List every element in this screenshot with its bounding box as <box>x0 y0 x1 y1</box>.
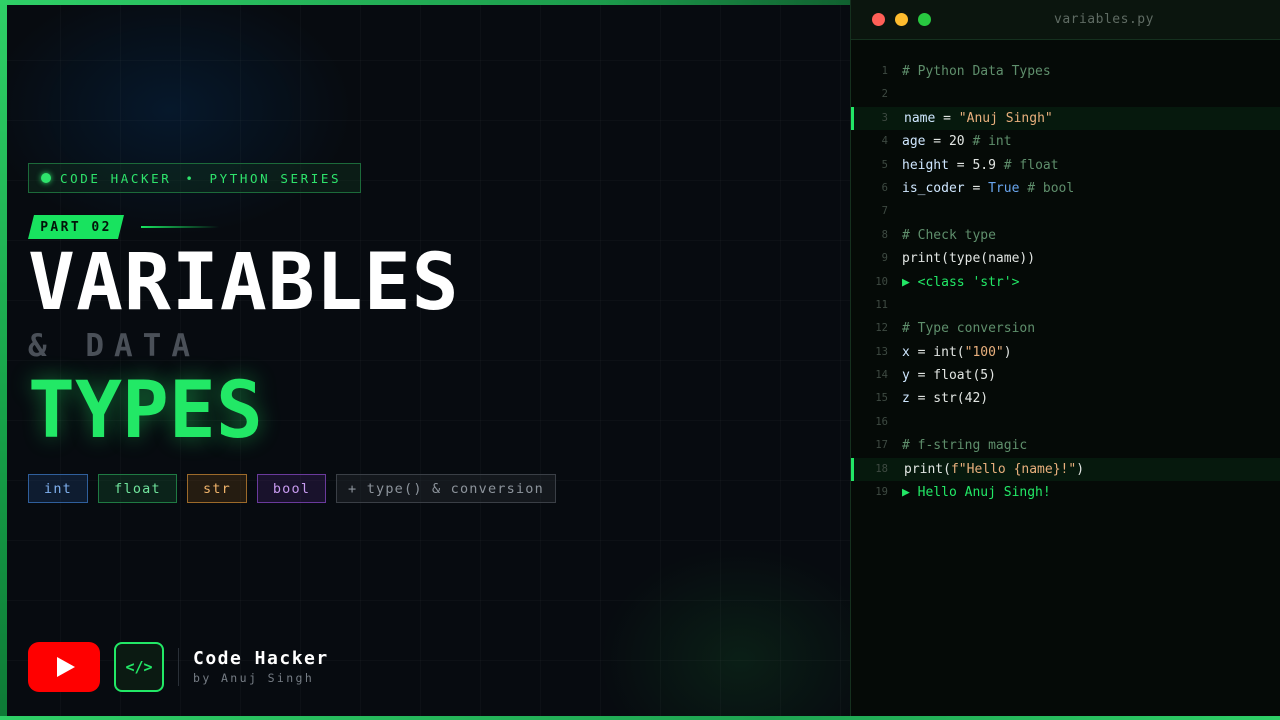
code-text: ▶ Hello Anuj Singh! <box>902 485 1051 501</box>
code-line: 6 is_coder = True # bool <box>851 177 1280 200</box>
code-line: 14 y = float(5) <box>851 364 1280 387</box>
code-text: is_coder = True # bool <box>902 180 1075 196</box>
line-number: 10 <box>875 275 888 288</box>
code-text: # Type conversion <box>902 321 1036 337</box>
live-dot-icon <box>41 173 51 183</box>
code-line: 10 ▶ <class 'str'> <box>851 271 1280 294</box>
code-line: 9 print(type(name)) <box>851 247 1280 270</box>
line-number: 2 <box>881 88 888 101</box>
frame-top-border <box>0 0 850 5</box>
line-number: 11 <box>875 298 888 311</box>
brand-divider <box>178 648 179 686</box>
code-line: 19 ▶ Hello Anuj Singh! <box>851 481 1280 504</box>
code-line: 18 print(f"Hello {name}!") <box>851 457 1280 482</box>
code-line: 5 height = 5.9 # float <box>851 154 1280 177</box>
line-number: 16 <box>875 415 888 428</box>
code-line: 1 # Python Data Types <box>851 60 1280 83</box>
code-text: # Python Data Types <box>902 64 1051 79</box>
badge-separator: • <box>185 170 196 186</box>
chip-float: float <box>98 474 177 503</box>
code-editor-panel: variables.py 1 # Python Data Types 2 3 name … <box>850 0 1280 716</box>
title-sub: & DATA <box>28 328 200 364</box>
editor-file-name: variables.py <box>1054 12 1154 27</box>
code-text: # Check type <box>902 227 996 243</box>
line-number: 17 <box>875 439 888 452</box>
line-number: 9 <box>881 252 888 265</box>
line-number: 12 <box>875 322 888 335</box>
channel-label: CODE HACKER <box>60 170 172 186</box>
code-line: 11 <box>851 294 1280 317</box>
code-line: 3 name = "Anuj Singh" <box>851 106 1280 131</box>
line-number: 14 <box>875 369 888 382</box>
code-text: y = float(5) <box>902 368 996 384</box>
brand-author: by Anuj Singh <box>193 671 315 685</box>
series-label: PYTHON SERIES <box>209 170 342 186</box>
youtube-play-icon <box>28 642 100 692</box>
code-text: print(type(name)) <box>902 251 1036 267</box>
code-text: height = 5.9 # float <box>902 157 1059 173</box>
code-line: 8 # Check type <box>851 224 1280 247</box>
line-number: 5 <box>881 158 888 171</box>
code-text: z = str(42) <box>902 391 989 407</box>
code-line: 17 # f-string magic <box>851 434 1280 457</box>
chip-str: str <box>187 474 247 503</box>
code-text: name = "Anuj Singh" <box>904 110 1053 126</box>
code-line: 13 x = int("100") <box>851 341 1280 364</box>
code-line: 15 z = str(42) <box>851 387 1280 410</box>
code-lines: 1 # Python Data Types 2 3 name = "Anuj Singh… <box>851 60 1280 504</box>
code-brackets-icon: </> <box>114 642 164 692</box>
line-number: 8 <box>881 228 888 241</box>
chip-int: int <box>28 474 88 503</box>
part-accent-line <box>141 226 219 228</box>
code-line: 4 age = 20 # int <box>851 130 1280 153</box>
maximize-dot-icon <box>918 13 931 26</box>
line-number: 7 <box>881 205 888 218</box>
code-text: age = 20 # int <box>902 134 1012 150</box>
close-dot-icon <box>872 13 885 26</box>
frame-left-border <box>0 0 7 720</box>
series-badge: CODE HACKER • PYTHON SERIES <box>28 163 361 193</box>
editor-title-bar: variables.py <box>851 0 1280 40</box>
line-number: 19 <box>875 486 888 499</box>
code-line: 12 # Type conversion <box>851 317 1280 340</box>
minimize-dot-icon <box>895 13 908 26</box>
code-text: print(f"Hello {name}!") <box>904 461 1085 477</box>
chip-bool: bool <box>257 474 326 503</box>
code-text: # f-string magic <box>902 438 1028 454</box>
code-line: 7 <box>851 200 1280 223</box>
line-number: 18 <box>875 462 888 475</box>
part-tag: PART 02 <box>28 215 124 239</box>
title-accent: TYPES <box>28 366 263 456</box>
line-number: 15 <box>875 392 888 405</box>
code-text: ▶ <class 'str'> <box>902 274 1020 290</box>
brand-name: Code Hacker <box>193 648 329 669</box>
line-number: 3 <box>881 111 888 124</box>
line-number: 13 <box>875 345 888 358</box>
frame-bottom-border <box>0 716 1280 720</box>
line-number: 4 <box>881 135 888 148</box>
code-line: 2 <box>851 83 1280 106</box>
title-main: VARIABLES <box>28 238 460 328</box>
line-number: 1 <box>881 65 888 77</box>
chip-type-conversion: + type() & conversion <box>336 474 556 503</box>
line-number: 6 <box>881 181 888 194</box>
code-line: 16 <box>851 411 1280 434</box>
code-text: x = int("100") <box>902 344 1012 360</box>
thumbnail-canvas: CODE HACKER • PYTHON SERIES PART 02 VARI… <box>0 0 1280 720</box>
